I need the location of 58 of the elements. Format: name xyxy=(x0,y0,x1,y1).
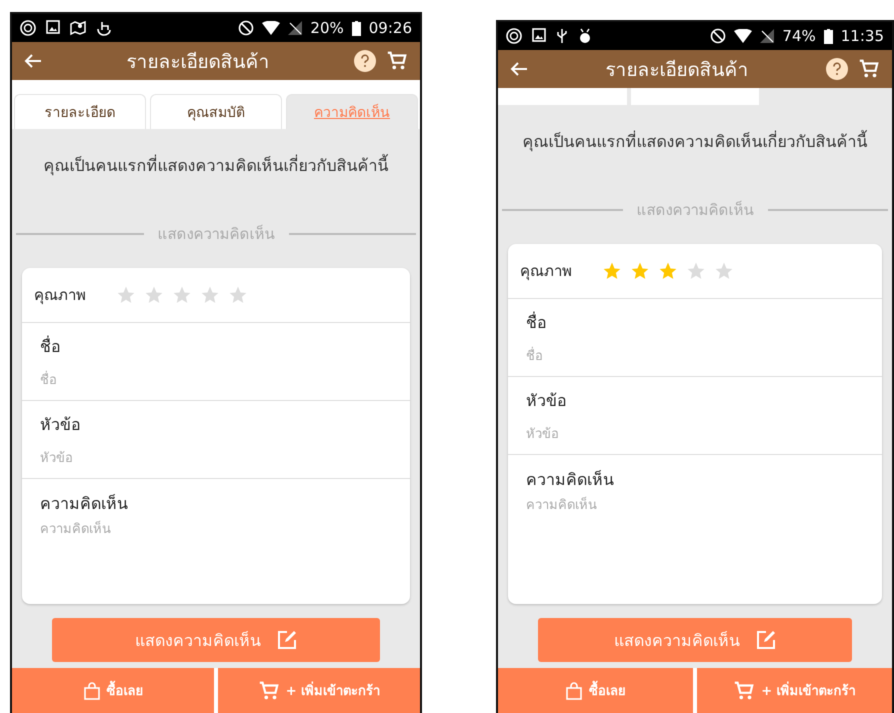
cart-icon xyxy=(258,680,280,702)
star-icon[interactable] xyxy=(228,285,248,305)
back-arrow-icon[interactable] xyxy=(510,61,528,77)
do-not-disturb-icon xyxy=(238,20,254,36)
shopping-bag-icon xyxy=(565,682,583,700)
rating-label: คุณภาพ xyxy=(520,261,572,282)
text-field[interactable]: ความคิดเห็น ความคิดเห็น xyxy=(508,455,882,604)
do-not-disturb-icon xyxy=(710,28,726,44)
text-field[interactable]: หัวข้อ หัวข้อ xyxy=(22,401,410,479)
cart-icon xyxy=(733,680,756,702)
text-field[interactable]: ความคิดเห็น ความคิดเห็น xyxy=(22,479,410,604)
wifi-icon xyxy=(262,21,280,35)
tab[interactable] xyxy=(630,88,760,105)
battery-percent: 74% xyxy=(782,27,816,45)
star-icon[interactable] xyxy=(630,261,650,281)
star-icon[interactable] xyxy=(658,261,678,281)
shopping-bag-icon xyxy=(82,682,100,700)
back-arrow-icon[interactable] xyxy=(24,53,42,69)
no-signal-icon xyxy=(760,29,774,43)
screen-title: รายละเอียดสินค้า xyxy=(604,58,750,83)
star-icon[interactable] xyxy=(172,285,192,305)
section-heading: แสดงความคิดเห็น xyxy=(636,200,754,221)
rating-label: คุณภาพ xyxy=(34,285,86,306)
edit-icon xyxy=(756,630,776,650)
aperture-icon xyxy=(20,20,36,36)
help-icon[interactable] xyxy=(826,58,848,80)
tab[interactable] xyxy=(498,88,627,105)
image-icon xyxy=(532,28,546,42)
text-field[interactable]: ชื่อ ชื่อ xyxy=(22,323,410,401)
cart-icon[interactable] xyxy=(386,50,408,72)
map-pin-icon xyxy=(70,20,86,36)
battery-icon xyxy=(352,20,361,36)
battery-icon xyxy=(824,28,833,44)
first-review-message: คุณเป็นคนแรกที่แสดงความคิดเห็นเกี่ยวกับสินค้านี้ xyxy=(522,129,868,154)
section-heading: แสดงความคิดเห็น xyxy=(158,224,274,245)
help-icon[interactable] xyxy=(354,50,376,72)
text-field[interactable]: หัวข้อ หัวข้อ xyxy=(508,377,882,455)
usb-icon xyxy=(556,28,568,44)
clock-time: 09:26 xyxy=(368,19,412,37)
star-icon[interactable] xyxy=(116,285,136,305)
text-field[interactable]: ชื่อ ชื่อ xyxy=(508,299,882,377)
battery-percent: 20% xyxy=(310,19,344,37)
aperture-icon xyxy=(506,28,522,44)
edit-icon xyxy=(277,630,297,650)
star-icon[interactable] xyxy=(200,285,220,305)
tab[interactable]: รายละเอียด xyxy=(14,94,146,129)
cart-icon[interactable] xyxy=(858,58,880,80)
star-icon[interactable] xyxy=(686,261,706,281)
wifi-icon xyxy=(734,29,752,43)
image-icon xyxy=(46,20,60,34)
screen-title: รายละเอียดสินค้า xyxy=(126,50,270,75)
first-review-message: คุณเป็นคนแรกที่แสดงความคิดเห็นเกี่ยวกับสินค้านี้ xyxy=(42,153,390,178)
star-icon[interactable] xyxy=(714,261,734,281)
no-signal-icon xyxy=(288,21,302,35)
tab[interactable]: คุณสมบัติ xyxy=(150,94,282,129)
star-icon[interactable] xyxy=(144,285,164,305)
star-icon[interactable] xyxy=(602,261,622,281)
clock-time: 11:35 xyxy=(840,27,884,45)
